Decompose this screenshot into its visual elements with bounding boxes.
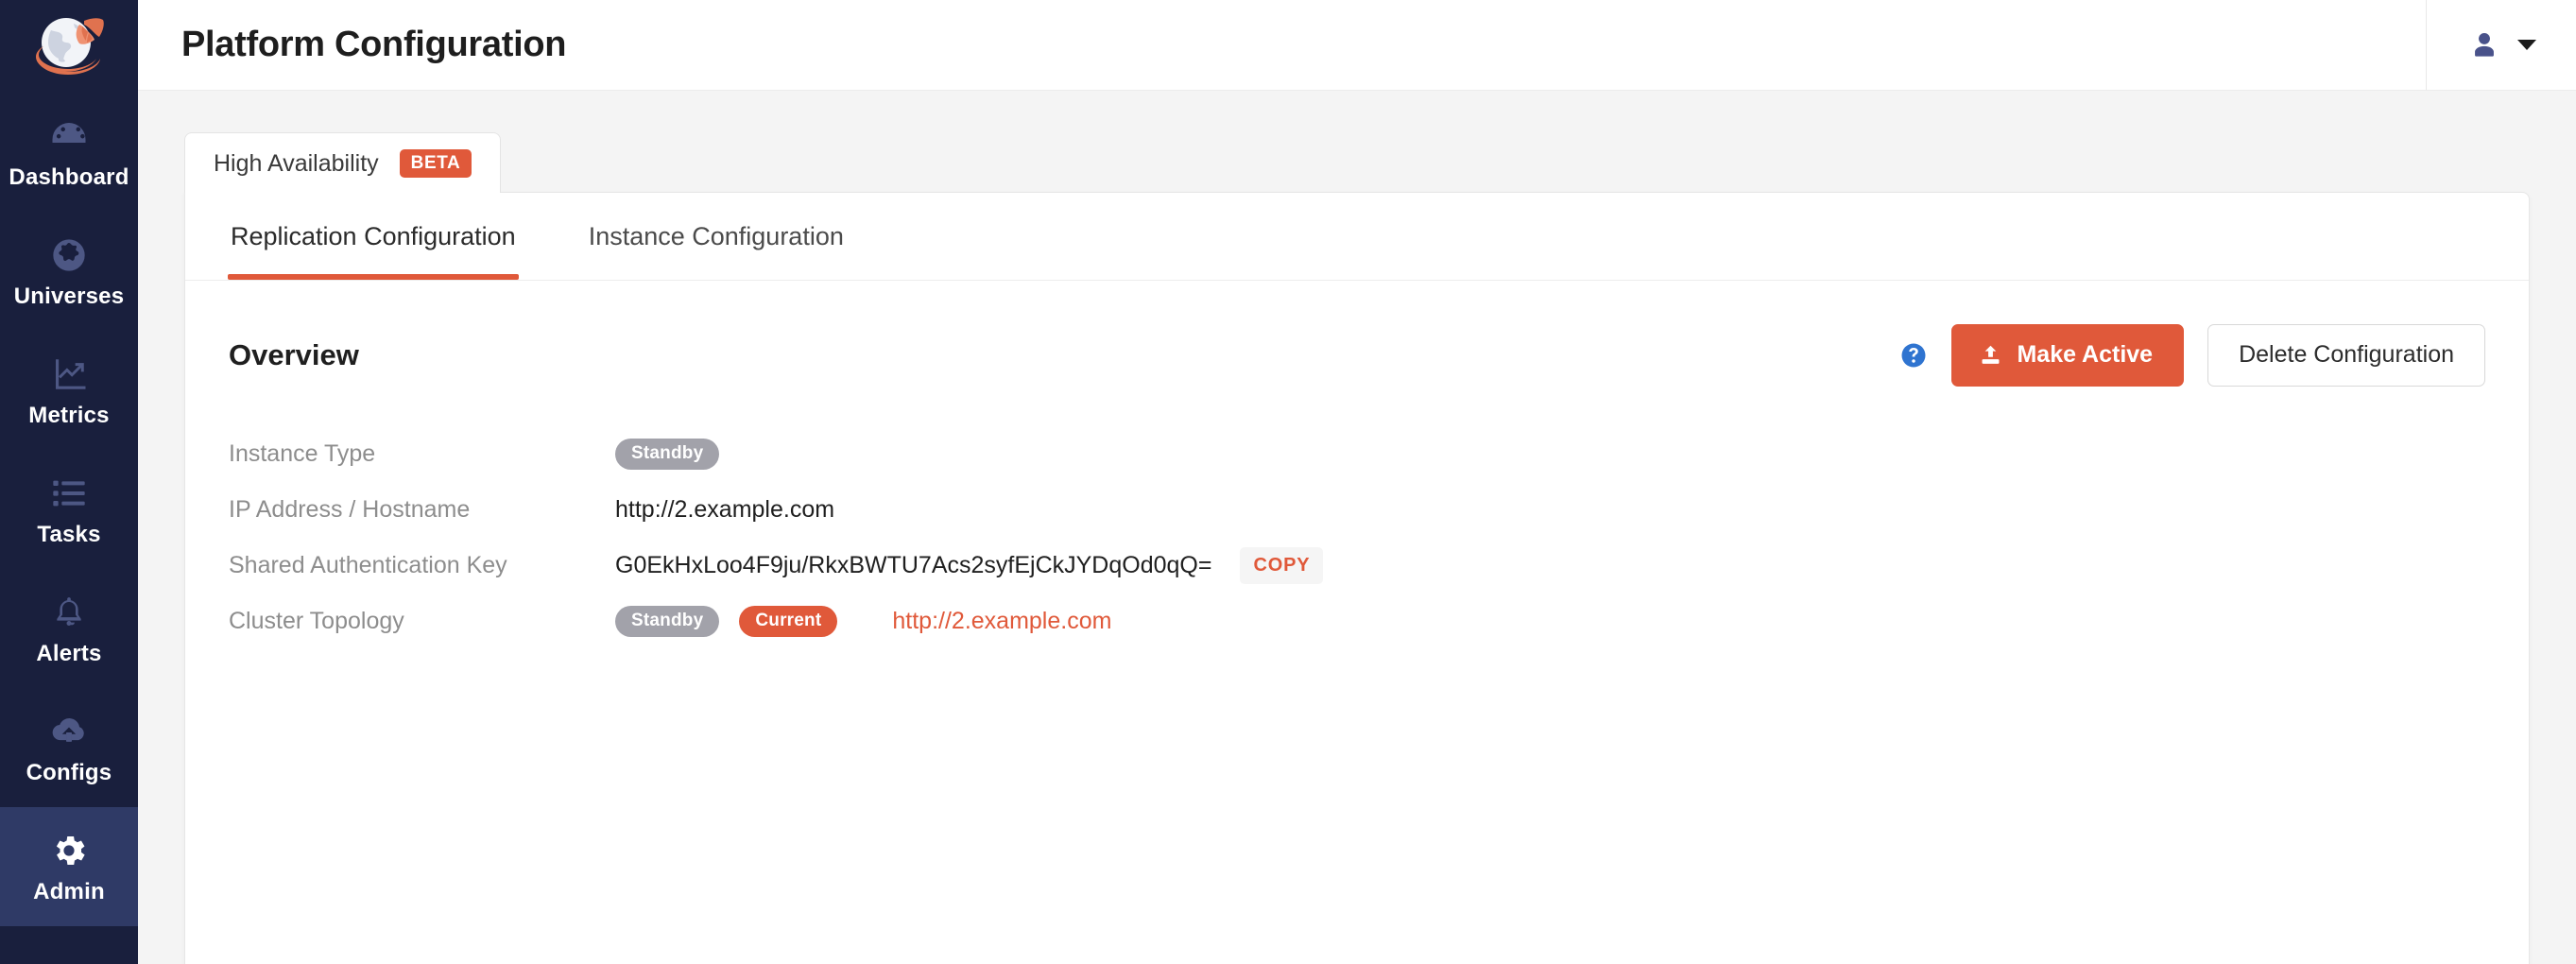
topology-status-badge: Standby — [615, 606, 719, 637]
topology-current-badge: Current — [739, 606, 837, 637]
sidebar-item-dashboard[interactable]: Dashboard — [0, 93, 138, 212]
sidebar-item-tasks[interactable]: Tasks — [0, 450, 138, 569]
chart-line-icon — [48, 353, 90, 395]
chevron-down-icon — [2517, 40, 2536, 50]
yugabyte-rocket-globe-logo — [30, 13, 108, 79]
detail-label: Instance Type — [229, 440, 615, 468]
sidebar-item-label: Dashboard — [9, 166, 129, 189]
beta-badge: BETA — [400, 149, 472, 178]
topbar: Platform Configuration — [138, 0, 2576, 91]
user-menu[interactable] — [2426, 0, 2576, 91]
panel-body: Overview — [185, 281, 2529, 964]
detail-row-cluster-topology: Cluster Topology Standby Current http://… — [229, 594, 2485, 649]
detail-value: http://2.example.com — [615, 496, 834, 524]
detail-label: IP Address / Hostname — [229, 496, 615, 524]
app-root: Dashboard Universes Metrics Tasks — [0, 0, 2576, 964]
topology-address-link[interactable]: http://2.example.com — [892, 608, 1111, 635]
list-icon — [48, 473, 90, 514]
sidebar-item-configs[interactable]: Configs — [0, 688, 138, 807]
detail-label: Cluster Topology — [229, 608, 615, 635]
ip-address-value: http://2.example.com — [615, 496, 834, 524]
delete-configuration-button[interactable]: Delete Configuration — [2207, 324, 2485, 387]
copy-auth-key-button[interactable]: COPY — [1240, 547, 1323, 584]
sub-tabstrip: Replication Configuration Instance Confi… — [185, 193, 2529, 281]
auth-key-value: G0EkHxLoo4F9ju/RkxBWTU7Acs2syfEjCkJYDqOd… — [615, 552, 1211, 579]
globe-icon — [48, 234, 90, 276]
app-logo[interactable] — [0, 0, 138, 93]
sidebar-item-label: Configs — [26, 762, 112, 784]
detail-value: G0EkHxLoo4F9ju/RkxBWTU7Acs2syfEjCkJYDqOd… — [615, 547, 1323, 584]
detail-row-ip-address: IP Address / Hostname http://2.example.c… — [229, 482, 2485, 538]
delete-configuration-label: Delete Configuration — [2239, 343, 2454, 367]
overview-title: Overview — [229, 338, 359, 372]
sidebar: Dashboard Universes Metrics Tasks — [0, 0, 138, 964]
overview-actions: Make Active Delete Configuration — [1899, 324, 2485, 387]
status-badge: Standby — [615, 439, 719, 470]
sidebar-nav: Dashboard Universes Metrics Tasks — [0, 93, 138, 926]
content-area: High Availability BETA Replication Confi… — [138, 91, 2576, 964]
sidebar-item-admin[interactable]: Admin — [0, 807, 138, 926]
sidebar-item-universes[interactable]: Universes — [0, 212, 138, 331]
help-circle-icon[interactable] — [1899, 341, 1928, 370]
detail-label: Shared Authentication Key — [229, 552, 615, 579]
sidebar-item-label: Admin — [33, 881, 105, 904]
sidebar-item-label: Universes — [14, 285, 125, 308]
make-active-button[interactable]: Make Active — [1951, 324, 2184, 387]
main-area: Platform Configuration High Availability… — [138, 0, 2576, 964]
sidebar-item-alerts[interactable]: Alerts — [0, 569, 138, 688]
detail-value: Standby — [615, 439, 719, 470]
tab-instance-configuration[interactable]: Instance Configuration — [587, 193, 846, 280]
sidebar-item-label: Tasks — [37, 524, 100, 546]
subtab-label: Replication Configuration — [231, 222, 516, 251]
user-avatar-icon — [2468, 29, 2500, 61]
bell-icon — [48, 592, 90, 633]
sidebar-item-metrics[interactable]: Metrics — [0, 331, 138, 450]
sidebar-item-label: Metrics — [28, 405, 109, 427]
ha-panel: Replication Configuration Instance Confi… — [184, 192, 2530, 964]
overview-header: Overview — [229, 324, 2485, 387]
detail-row-auth-key: Shared Authentication Key G0EkHxLoo4F9ju… — [229, 538, 2485, 594]
primary-tabstrip: High Availability BETA — [184, 132, 2576, 193]
sidebar-item-label: Alerts — [36, 643, 101, 665]
overview-details: Instance Type Standby IP Address / Hostn… — [229, 426, 2485, 649]
upload-icon — [1979, 343, 2002, 367]
tab-replication-configuration[interactable]: Replication Configuration — [229, 193, 518, 280]
make-active-label: Make Active — [2017, 343, 2153, 367]
tab-high-availability[interactable]: High Availability BETA — [184, 132, 501, 193]
detail-row-instance-type: Instance Type Standby — [229, 426, 2485, 482]
subtab-label: Instance Configuration — [589, 222, 844, 251]
cloud-upload-icon — [48, 711, 90, 752]
tab-label: High Availability — [214, 150, 379, 178]
gear-icon — [48, 830, 90, 871]
page-title: Platform Configuration — [181, 25, 566, 65]
dashboard-gauge-icon — [48, 115, 90, 157]
detail-value: Standby Current http://2.example.com — [615, 606, 1111, 637]
